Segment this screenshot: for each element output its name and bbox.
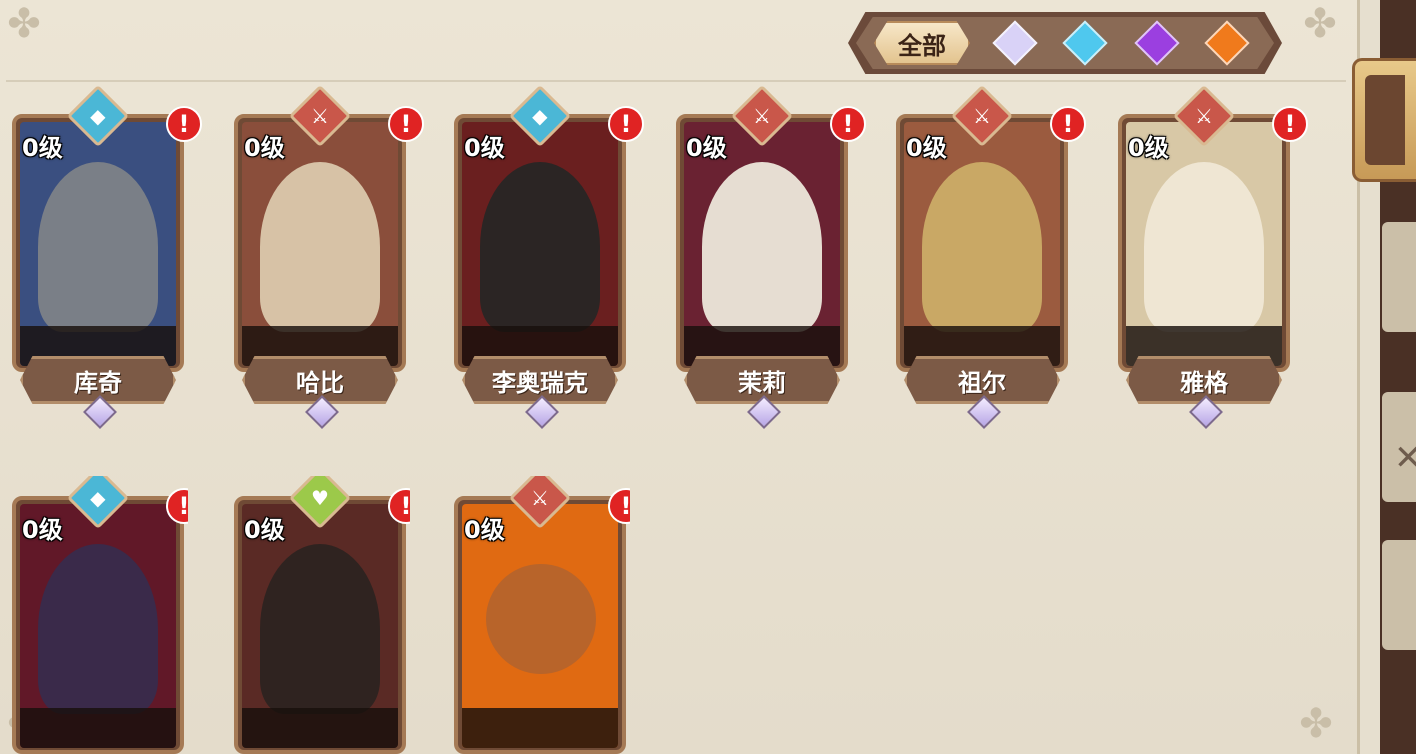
side-slot-3[interactable] xyxy=(1382,540,1416,650)
hero-level: 0级 xyxy=(1128,134,1169,162)
portrait-shade xyxy=(242,708,398,748)
side-tab-icon xyxy=(1365,75,1405,165)
filter-purple-gem-button[interactable] xyxy=(1134,20,1180,66)
hero-name: 茉莉 xyxy=(738,368,786,397)
hero-level: 0级 xyxy=(22,134,63,162)
portrait-shade xyxy=(462,708,618,748)
hero-figure xyxy=(486,564,596,674)
hero-card[interactable]: 0级 ⚔ ! 茉莉 xyxy=(666,84,866,434)
hero-figure xyxy=(260,544,380,714)
hero-level: 0级 xyxy=(22,516,63,544)
side-slot-1[interactable] xyxy=(1382,222,1416,332)
alert-badge: ! xyxy=(166,106,202,142)
hero-figure xyxy=(38,544,158,714)
alert-badge: ! xyxy=(388,106,424,142)
hero-level: 0级 xyxy=(686,134,727,162)
purple-gem-icon xyxy=(1134,20,1180,66)
hero-level: 0级 xyxy=(906,134,947,162)
hero-card[interactable]: 0级 ⚔ ! 哈比 xyxy=(224,84,424,434)
blue-gem-icon xyxy=(1062,20,1108,66)
corner-ornament-right-icon: ✤ xyxy=(1303,1,1337,47)
hero-card[interactable]: 0级 ♥ ! xyxy=(224,476,410,754)
filter-orange-gem-button[interactable] xyxy=(1204,20,1250,66)
hero-figure xyxy=(38,162,158,332)
portrait-shade xyxy=(20,708,176,748)
hero-card[interactable]: 0级 ◆ ! 库奇 xyxy=(2,84,202,434)
filter-blue-gem-button[interactable] xyxy=(1062,20,1108,66)
hero-figure xyxy=(702,162,822,332)
orange-gem-icon xyxy=(1204,20,1250,66)
hero-card[interactable]: 0级 ◆ ! 李奥瑞克 xyxy=(444,84,644,434)
hero-figure xyxy=(1144,162,1264,332)
hero-figure xyxy=(260,162,380,332)
hero-card[interactable]: 0级 ◆ ! xyxy=(2,476,188,754)
corner-ornament-left-icon: ✤ xyxy=(7,1,41,47)
filter-white-gem-button[interactable] xyxy=(992,20,1038,66)
hero-name: 祖尔 xyxy=(958,368,1006,397)
side-tab-active[interactable] xyxy=(1352,58,1416,182)
filter-all-label: 全部 xyxy=(898,31,946,60)
hero-name: 雅格 xyxy=(1180,368,1228,397)
hero-card[interactable]: 0级 ⚔ ! xyxy=(444,476,630,754)
hero-figure xyxy=(922,162,1042,332)
hero-level: 0级 xyxy=(244,134,285,162)
hero-level: 0级 xyxy=(244,516,285,544)
alert-badge: ! xyxy=(608,106,644,142)
hero-name: 李奥瑞克 xyxy=(492,368,588,397)
alert-badge: ! xyxy=(1272,106,1308,142)
hero-level: 0级 xyxy=(464,516,505,544)
hero-name: 哈比 xyxy=(296,368,344,397)
corner-ornament-bottom-right-icon: ✤ xyxy=(1299,701,1333,747)
hero-level: 0级 xyxy=(464,134,505,162)
alert-badge: ! xyxy=(830,106,866,142)
close-icon[interactable]: ✕ xyxy=(1394,438,1416,478)
white-gem-icon xyxy=(992,20,1038,66)
hero-card[interactable]: 0级 ⚔ ! 雅格 xyxy=(1108,84,1308,434)
hero-card[interactable]: 0级 ⚔ ! 祖尔 xyxy=(886,84,1086,434)
hero-name: 库奇 xyxy=(74,368,122,397)
hero-figure xyxy=(480,162,600,332)
filter-all-button[interactable]: 全部 xyxy=(874,21,970,65)
alert-badge: ! xyxy=(1050,106,1086,142)
